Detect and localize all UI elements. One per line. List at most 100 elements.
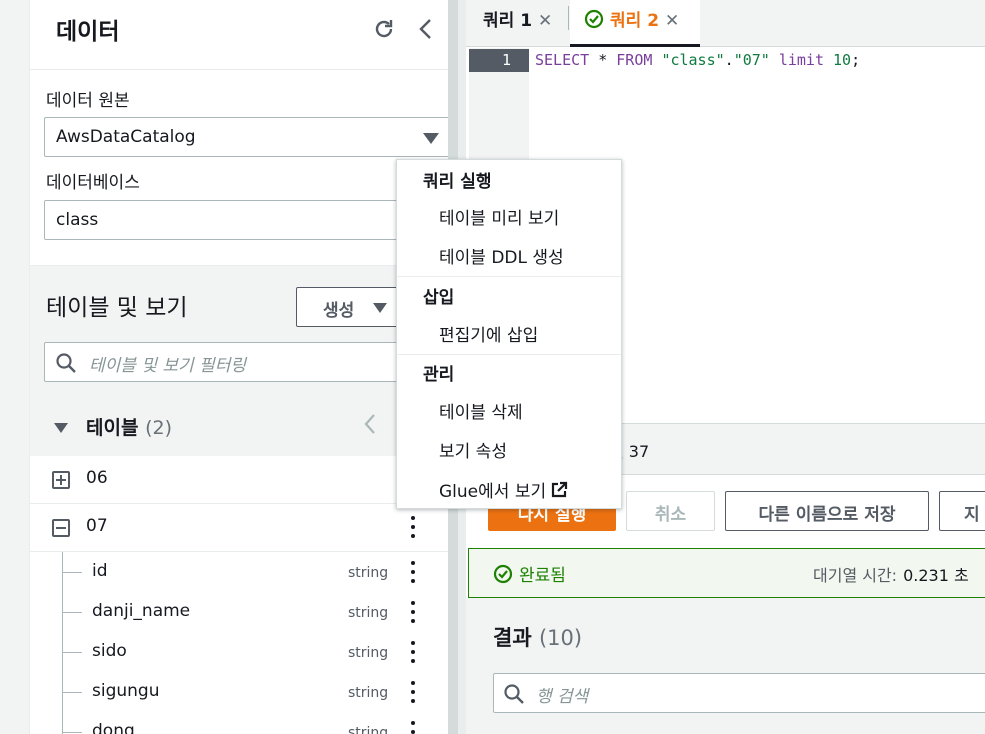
tree-guide-line <box>62 572 82 573</box>
tables-group-title: 테이블 (2) <box>86 413 172 440</box>
data-source-value: AwsDataCatalog <box>56 127 196 147</box>
status-text: 완료됨 <box>519 566 566 586</box>
column-row[interactable]: sido string <box>30 632 448 672</box>
close-icon[interactable]: ✕ <box>538 11 552 31</box>
table-name: 07 <box>86 516 108 536</box>
line-number: 1 <box>469 49 529 72</box>
tables-group-label: 테이블 <box>86 417 139 439</box>
column-type: string <box>348 605 389 621</box>
menu-item-delete-table[interactable]: 테이블 삭제 <box>439 398 523 423</box>
column-row[interactable]: dong string <box>30 712 448 734</box>
more-options-icon[interactable] <box>410 561 416 583</box>
tab-query-1[interactable]: 쿼리 1 ✕ <box>483 0 552 47</box>
database-label: 데이터베이스 <box>46 173 140 193</box>
sql-number: 10 <box>833 51 852 69</box>
row-search-input[interactable]: 행 검색 <box>493 673 985 713</box>
panel-header: 데이터 <box>30 0 467 70</box>
data-source-label: 데이터 원본 <box>46 91 130 111</box>
external-link-icon <box>550 481 568 504</box>
caret-down-icon <box>54 423 68 433</box>
menu-heading: 쿼리 실행 <box>423 172 492 192</box>
clear-button[interactable]: 지 <box>939 491 985 531</box>
search-icon <box>503 683 525 709</box>
menu-item-preview-table[interactable]: 테이블 미리 보기 <box>439 204 559 229</box>
status-completed: 완료됨 <box>493 561 566 589</box>
tables-group-count: (2) <box>145 417 172 439</box>
refresh-icon[interactable] <box>370 15 398 43</box>
sql-token: ; <box>851 51 861 69</box>
tables-filter-input[interactable]: 테이블 및 보기 필터링 <box>44 342 416 382</box>
panel-title: 데이터 <box>56 19 120 45</box>
column-row[interactable]: sigungu string <box>30 672 448 712</box>
create-label: 생성 <box>323 301 355 321</box>
more-options-icon[interactable] <box>410 601 416 623</box>
caret-down-icon <box>423 133 439 144</box>
caret-down-icon <box>373 303 387 313</box>
tree-guide-line <box>62 612 82 613</box>
table-row[interactable]: 06 <box>30 456 448 504</box>
sql-keyword: FROM <box>616 51 653 69</box>
search-icon <box>55 352 77 378</box>
athena-query-editor: 데이터 데이터 원본 AwsDataCatalog 데이터베이스 class 테… <box>0 0 985 734</box>
sql-token: . <box>724 51 734 69</box>
sql-token: * <box>589 51 617 69</box>
tables-title: 테이블 및 보기 <box>46 295 188 321</box>
chevron-left-icon[interactable] <box>412 15 440 43</box>
results-title: 결과 (10) <box>493 622 582 652</box>
tab-query-2[interactable]: 쿼리 2 ✕ <box>570 0 700 47</box>
menu-heading: 관리 <box>423 365 455 385</box>
query-status-box: 완료됨 대기열 시간: 0.231 초 <box>468 548 985 598</box>
check-circle-icon <box>584 9 604 34</box>
tree-guide-line <box>62 692 82 693</box>
menu-item-view-properties[interactable]: 보기 속성 <box>439 437 507 462</box>
tree-guide-line <box>62 712 63 734</box>
menu-item-view-in-glue[interactable]: Glue에서 보기 <box>439 477 568 504</box>
code-line[interactable]: SELECT * FROM "class"."07" limit 10; <box>535 51 860 69</box>
check-circle-icon <box>493 564 513 589</box>
column-row[interactable]: id string <box>30 552 448 592</box>
database-value: class <box>56 210 99 230</box>
table-name: 06 <box>86 468 108 488</box>
save-as-button[interactable]: 다른 이름으로 저장 <box>725 491 929 531</box>
more-options-icon[interactable] <box>410 641 416 663</box>
column-name: dong <box>92 721 135 734</box>
queue-time: 대기열 시간: 0.231 초 <box>813 562 969 586</box>
tab-label: 쿼리 1 <box>483 11 533 31</box>
menu-item-insert-into-editor[interactable]: 편집기에 삽입 <box>439 321 538 346</box>
query-tabs: 쿼리 1 ✕ 쿼리 2 ✕ <box>466 0 985 47</box>
tables-tree: 06 07 id string danji_name string sido s… <box>30 456 448 734</box>
tab-separator <box>568 6 569 30</box>
column-type: string <box>348 685 389 701</box>
chevron-left-icon[interactable] <box>362 413 378 441</box>
tree-guide-line <box>62 732 82 733</box>
table-row[interactable]: 07 <box>30 504 448 552</box>
tab-inner: 쿼리 2 ✕ <box>570 9 679 34</box>
column-name: sigungu <box>92 681 160 701</box>
sql-string: "class" <box>661 51 725 69</box>
column-name: id <box>92 561 108 581</box>
collapse-minus-icon[interactable] <box>52 519 70 537</box>
table-context-menu: 쿼리 실행 테이블 미리 보기 테이블 DDL 생성 삽입 편집기에 삽입 관리… <box>396 159 622 509</box>
database-select[interactable]: class <box>44 200 453 240</box>
column-row[interactable]: danji_name string <box>30 592 448 632</box>
column-name: danji_name <box>92 601 191 621</box>
results-count: (10) <box>538 626 583 650</box>
more-options-icon[interactable] <box>410 516 416 538</box>
create-button[interactable]: 생성 <box>296 287 406 327</box>
menu-item-label: Glue에서 보기 <box>439 482 547 502</box>
tab-label: 쿼리 2 <box>610 11 660 31</box>
sql-string: "07" <box>733 51 770 69</box>
left-nav-strip <box>0 0 30 734</box>
column-name: sido <box>92 641 127 661</box>
results-panel: 결과 (10) 행 검색 <box>466 598 985 734</box>
data-source-select[interactable]: AwsDataCatalog <box>44 117 453 157</box>
expand-plus-icon[interactable] <box>52 471 70 489</box>
row-search-placeholder: 행 검색 <box>536 687 589 707</box>
cancel-button[interactable]: 취소 <box>626 491 715 531</box>
menu-heading: 삽입 <box>423 288 455 308</box>
more-options-icon[interactable] <box>410 721 416 734</box>
more-options-icon[interactable] <box>410 681 416 703</box>
close-icon[interactable]: ✕ <box>665 11 679 31</box>
menu-item-generate-ddl[interactable]: 테이블 DDL 생성 <box>439 243 564 268</box>
sql-keyword: limit <box>769 51 834 69</box>
